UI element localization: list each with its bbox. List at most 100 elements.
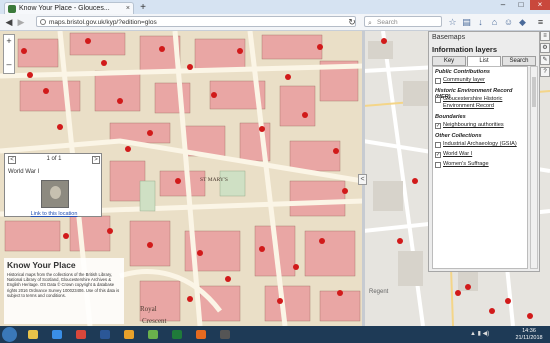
map-marker (397, 238, 403, 244)
map-marker (259, 126, 265, 132)
checkbox[interactable] (435, 97, 441, 103)
browser-navbar: ◀ ▶ maps.bristol.gov.uk/kyp/?edition=glo… (0, 14, 550, 31)
map-marker (85, 38, 91, 44)
checkbox[interactable] (435, 78, 441, 84)
map-toolstrip: ≡ ⚙ ✎ ? (540, 31, 550, 91)
map-marker (381, 38, 387, 44)
map-marker (337, 290, 343, 296)
tab-search[interactable]: Search (502, 56, 536, 66)
search-input[interactable]: ⌕ Search (364, 16, 442, 27)
section-title: Other Collections (435, 133, 482, 139)
map-marker (175, 178, 181, 184)
map-marker (159, 46, 165, 52)
help-tool-button[interactable]: ? (540, 67, 550, 77)
tab-list[interactable]: List (467, 56, 501, 66)
panel-tabs: Key List Search (432, 56, 536, 66)
popup-prev-button[interactable]: < (8, 156, 16, 164)
layer-label[interactable]: Gloucestershire Historic Environment Rec… (443, 96, 525, 110)
close-window-button[interactable]: × (530, 0, 550, 10)
map-marker (527, 313, 533, 319)
system-tray[interactable]: ▲ ▮ ◀) (470, 330, 489, 337)
info-icon[interactable] (40, 19, 46, 25)
clock[interactable]: 14:36 21/11/2018 (510, 328, 548, 341)
map-marker (277, 298, 283, 304)
checkbox-checked[interactable]: ✓ (435, 123, 441, 129)
layer-label[interactable]: World War I (443, 151, 525, 158)
checkbox[interactable] (435, 142, 441, 148)
zoom-out-button[interactable]: – (4, 58, 14, 71)
paint-icon[interactable] (142, 327, 164, 342)
checkbox-checked[interactable]: ✓ (435, 152, 441, 158)
map-marker (211, 92, 217, 98)
ie-icon[interactable] (46, 327, 68, 342)
map-marker (57, 124, 63, 130)
terminal-icon-glyph (220, 330, 230, 339)
map-marker (237, 48, 243, 54)
layers-tool-button[interactable]: ≡ (540, 31, 550, 41)
home-icon[interactable]: ⌂ (489, 16, 500, 28)
zoom-in-button[interactable]: + (4, 35, 14, 48)
draw-tool-button[interactable]: ✎ (540, 55, 550, 65)
firefox-icon-glyph (196, 330, 206, 339)
popup-link[interactable]: Link to this location (5, 211, 103, 217)
popup-photo[interactable] (41, 180, 69, 208)
excel-icon[interactable] (166, 327, 188, 342)
star-icon[interactable]: ☆ (447, 16, 458, 28)
map-marker (117, 98, 123, 104)
map-marker (147, 242, 153, 248)
firefox-icon[interactable] (190, 327, 212, 342)
download-icon[interactable]: ↓ (475, 16, 486, 28)
layers-list: Public Contributions Community layer His… (432, 66, 528, 269)
explorer-icon-glyph (28, 330, 38, 339)
new-tab-button[interactable]: + (137, 3, 149, 13)
terminal-icon[interactable] (214, 327, 236, 342)
basemaps-label[interactable]: Basemaps (432, 34, 465, 41)
map-marker (465, 284, 471, 290)
chrome-icon[interactable] (70, 327, 92, 342)
panel-scrollbar[interactable] (530, 66, 538, 269)
clock-date: 21/11/2018 (515, 334, 543, 341)
map-marker (302, 112, 308, 118)
search-placeholder: Search (377, 19, 398, 26)
map-area[interactable]: ST MARY'SST MARY DE LODE RoyalCrescent R… (0, 31, 550, 326)
map-marker (489, 308, 495, 314)
minimize-button[interactable]: – (494, 0, 512, 10)
map-marker (27, 72, 33, 78)
chat-icon[interactable]: ☺ (503, 16, 514, 28)
chrome-icon-glyph (76, 330, 86, 339)
refresh-button[interactable]: ↻ (346, 16, 358, 28)
map-marker (455, 290, 461, 296)
browser-tab[interactable]: Know Your Place - Glouces... × (4, 2, 134, 14)
forward-button[interactable]: ▶ (15, 16, 27, 28)
layer-label[interactable]: Industrial Archaeology (GSIA) (443, 141, 525, 148)
layer-label[interactable]: Neighbouring authorities (443, 122, 525, 129)
outlook-icon[interactable] (118, 327, 140, 342)
url-text: maps.bristol.gov.uk/kyp/?edition=glos (49, 19, 157, 26)
back-button[interactable]: ◀ (3, 16, 15, 28)
clipboard-icon[interactable]: ▤ (461, 16, 472, 28)
word-icon[interactable] (94, 327, 116, 342)
map-marker (317, 44, 323, 50)
zoom-control: + – (3, 34, 15, 74)
layer-label[interactable]: Community layer (443, 77, 525, 84)
layer-label[interactable]: Women's Suffrage (443, 161, 525, 168)
scrollbar-thumb[interactable] (532, 77, 536, 107)
outlook-icon-glyph (124, 330, 134, 339)
panel-header: Information layers (429, 45, 539, 56)
popup-next-button[interactable]: > (92, 156, 100, 164)
start-button[interactable] (2, 327, 17, 342)
map-marker (63, 233, 69, 239)
paint-icon-glyph (148, 330, 158, 339)
map-marker (187, 296, 193, 302)
tab-close-icon[interactable]: × (126, 3, 130, 14)
address-bar[interactable]: maps.bristol.gov.uk/kyp/?edition=glos (36, 16, 356, 27)
checkbox[interactable] (435, 162, 441, 168)
explorer-icon[interactable] (22, 327, 44, 342)
menu-icon[interactable]: ≡ (535, 16, 546, 28)
shield-icon[interactable]: ◆ (517, 16, 528, 28)
taskbar: ▲ ▮ ◀) 14:36 21/11/2018 (0, 326, 550, 343)
settings-tool-button[interactable]: ⚙ (540, 43, 550, 53)
maximize-button[interactable]: □ (512, 0, 530, 10)
map-marker (293, 264, 299, 270)
tab-key[interactable]: Key (432, 56, 466, 66)
